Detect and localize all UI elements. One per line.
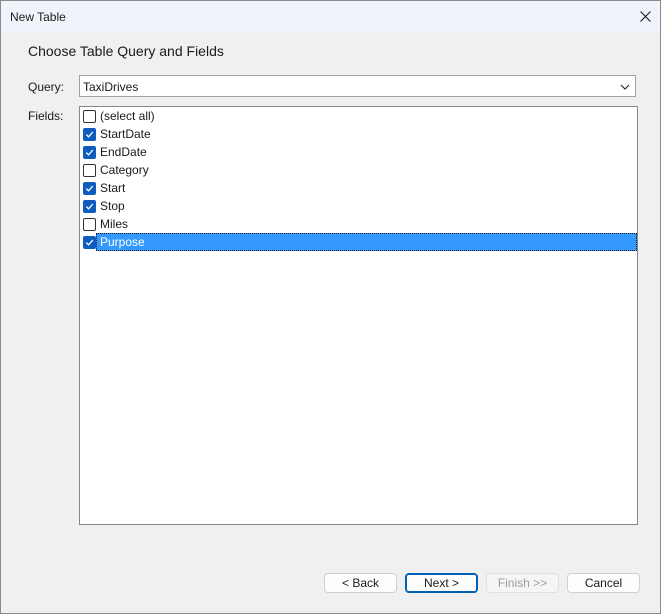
back-button[interactable]: < Back	[324, 573, 397, 593]
fields-checklist[interactable]: (select all) StartDate EndDate Category Star…	[79, 106, 638, 525]
field-item[interactable]: (select all)	[80, 107, 637, 125]
close-button[interactable]	[630, 1, 660, 32]
finish-button: Finish >>	[486, 573, 559, 593]
field-item[interactable]: StartDate	[80, 125, 637, 143]
title-bar: New Table	[1, 1, 660, 32]
checkbox-checked[interactable]	[83, 128, 96, 141]
checkbox-unchecked[interactable]	[83, 110, 96, 123]
field-item-label: Start	[100, 181, 126, 195]
checkmark-icon	[85, 185, 94, 192]
checkmark-icon	[85, 149, 94, 156]
field-item-label: Category	[100, 163, 149, 177]
checkbox-checked[interactable]	[83, 200, 96, 213]
field-item-label: Miles	[100, 217, 129, 231]
field-item-label: Stop	[100, 199, 125, 213]
query-label: Query:	[28, 80, 65, 94]
field-item[interactable]: Category	[80, 161, 637, 179]
field-item-label: (select all)	[100, 109, 155, 123]
field-item[interactable]: EndDate	[80, 143, 637, 161]
field-item[interactable]: Stop	[80, 197, 637, 215]
field-item[interactable]: Purpose	[80, 233, 637, 251]
window-title: New Table	[10, 10, 66, 24]
field-item[interactable]: Miles	[80, 215, 637, 233]
checkbox-checked[interactable]	[83, 146, 96, 159]
checkbox-checked[interactable]	[83, 182, 96, 195]
checkmark-icon	[85, 239, 94, 246]
query-dropdown[interactable]: TaxiDrives	[79, 75, 636, 97]
checkbox-unchecked[interactable]	[83, 164, 96, 177]
chevron-down-icon	[620, 84, 630, 90]
field-item-label: StartDate	[100, 127, 151, 141]
field-item-label: EndDate	[100, 145, 147, 159]
checkmark-icon	[85, 131, 94, 138]
field-item[interactable]: Start	[80, 179, 637, 197]
close-icon	[639, 11, 651, 22]
query-value: TaxiDrives	[83, 80, 139, 94]
field-item-label: Purpose	[96, 233, 637, 251]
checkbox-unchecked[interactable]	[83, 218, 96, 231]
new-table-dialog: New Table Choose Table Query and Fields …	[0, 0, 661, 614]
dialog-content: Choose Table Query and Fields Query: Tax…	[1, 32, 660, 613]
checkmark-icon	[85, 203, 94, 210]
page-heading: Choose Table Query and Fields	[28, 43, 224, 59]
cancel-button[interactable]: Cancel	[567, 573, 640, 593]
fields-label: Fields:	[28, 109, 64, 123]
next-button[interactable]: Next >	[405, 573, 478, 593]
checkbox-checked[interactable]	[83, 236, 96, 249]
